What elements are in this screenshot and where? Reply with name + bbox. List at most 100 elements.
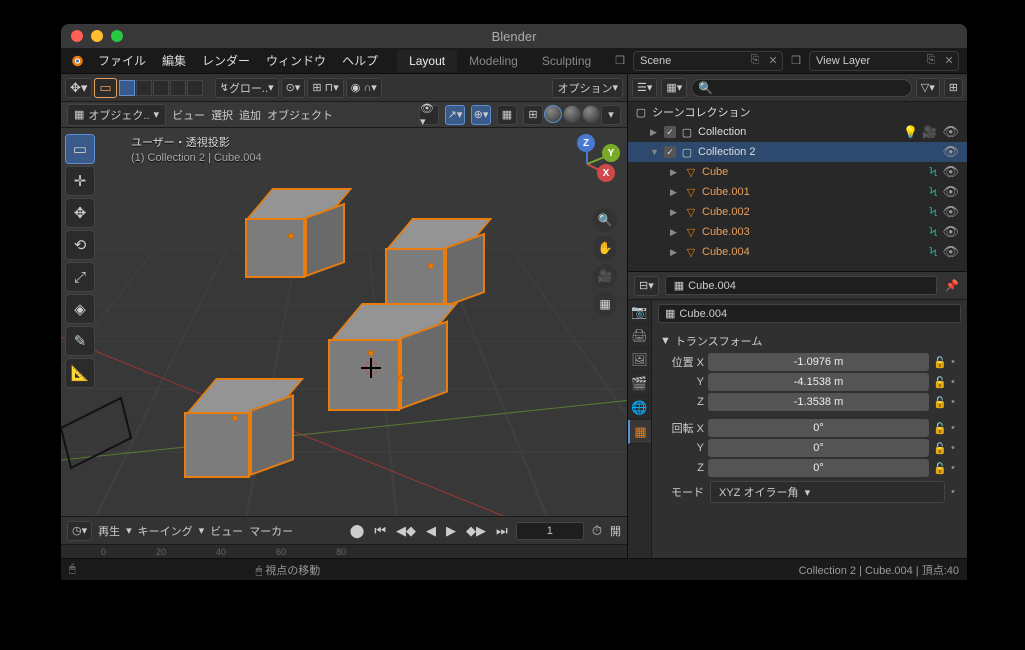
eye-icon[interactable]: 👁 [942,164,959,180]
cursor-tool-dropdown[interactable]: ✥▾ [65,78,92,98]
play-icon[interactable]: ▶ [444,523,458,539]
tl-playback[interactable]: 再生 [98,523,120,539]
cursor-tool[interactable]: ✛ [65,166,95,196]
outliner-search-input[interactable]: 🔍 [691,79,911,97]
menu-help[interactable]: ヘルプ [335,49,385,72]
viewport-3d[interactable]: ▭ ✛ ✥ ⟲ ⤢ ◈ ✎ 📐 ユーザー・透視投影 (1) Collection… [61,128,627,516]
jump-start-icon[interactable]: ⏮ [372,523,388,539]
stopwatch-icon[interactable]: ⏱ [590,523,604,539]
current-frame-field[interactable]: 1 [516,522,584,540]
object-name-field[interactable]: ▦ Cube.004 [658,304,961,323]
options-dropdown[interactable]: オプション ▾ [552,78,623,98]
timeline-ruler[interactable]: 0 20 40 60 80 [61,544,627,558]
pin-icon[interactable]: 📌 [943,277,961,295]
jump-end-icon[interactable]: ⏭ [494,523,510,539]
outliner-row-cube4[interactable]: ▶▽Cube.004 Ϟ 👁 [628,242,967,262]
lock-icon[interactable]: 🔓 [933,422,947,435]
viewlayer-selector[interactable]: View Layer ⎘ ✕ [809,51,959,71]
outliner-row-collection2[interactable]: ▼✓▢ Collection 2 👁 [628,142,967,162]
outliner-row-cube0[interactable]: ▶▽Cube Ϟ 👁 [628,162,967,182]
properties-editor-icon[interactable]: ⊟▾ [634,276,659,296]
play-rev-icon[interactable]: ◀ [424,523,438,539]
select-box-icon[interactable]: ▭ [94,78,116,98]
rotation-mode-dropdown[interactable]: XYZ オイラー角 ▾ [710,481,945,503]
keyframe-dot-icon[interactable]: • [951,422,961,434]
rot-y-field[interactable]: 0° [708,439,929,457]
persp-nav-icon[interactable]: ▦ [593,292,617,316]
tl-open[interactable]: 開 [610,523,621,539]
outliner-row-cube3[interactable]: ▶▽Cube.003 Ϟ 👁 [628,222,967,242]
snap-toggle[interactable]: ⊞ ⊓▾ [307,78,343,98]
gizmo-toggle-icon[interactable]: ↗▾ [445,105,465,125]
loc-z-field[interactable]: -1.3538 m [708,393,929,411]
zoom-nav-icon[interactable]: 🔍 [593,208,617,232]
nav-gizmo[interactable]: X Y Z [557,134,617,194]
menu-add[interactable]: 追加 [239,107,261,123]
workspace-tab-layout[interactable]: Layout [397,50,457,72]
camera-nav-icon[interactable]: 🎥 [593,264,617,288]
xray-icon[interactable]: ▦ [497,105,517,125]
keyframe-dot-icon[interactable]: • [951,462,961,474]
keyframe-dot-icon[interactable]: • [951,442,961,454]
keyframe-dot-icon[interactable]: • [951,376,961,388]
loc-y-field[interactable]: -4.1538 m [708,373,929,391]
viewlayer-new-icon[interactable]: ⎘ [922,52,940,70]
viewlayer-browse-icon[interactable]: ❐ [787,52,805,70]
tab-world-icon[interactable]: 🌐 [628,396,651,420]
outliner-row-cube2[interactable]: ▶▽Cube.002 Ϟ 👁 [628,202,967,222]
lock-icon[interactable]: 🔓 [933,356,947,369]
lock-icon[interactable]: 🔓 [933,396,947,409]
select-mode-strip[interactable] [119,80,203,96]
mode-dropdown[interactable]: ▦ オブジェク.. ▾ [67,104,166,126]
rot-x-field[interactable]: 0° [708,419,929,437]
overlay-toggle-icon[interactable]: ⊕▾ [471,105,491,125]
matprev-shading-icon[interactable] [563,105,581,123]
scene-selector[interactable]: Scene ⎘ ✕ [633,51,783,71]
lock-icon[interactable]: 🔓 [933,442,947,455]
keyframe-dot-icon[interactable]: • [951,486,961,498]
key-next-icon[interactable]: ◆▶ [464,523,488,539]
outliner-display-icon[interactable]: ▦▾ [661,78,687,98]
menu-view[interactable]: ビュー [172,107,205,123]
select-box-tool[interactable]: ▭ [65,134,95,164]
autokey-icon[interactable]: ⬤ [348,523,367,539]
menu-window[interactable]: ウィンドウ [259,49,333,72]
scene-new-icon[interactable]: ⎘ [746,52,764,70]
visibility-icon[interactable]: 👁▾ [419,105,439,125]
orientation-dropdown[interactable]: ↯ グロー.. ▾ [215,78,279,98]
outliner-filter-icon[interactable]: ▽▾ [916,78,940,98]
viewlayer-delete-icon[interactable]: ✕ [940,52,958,70]
eye-icon[interactable]: 👁 [942,184,959,200]
workspace-tab-modeling[interactable]: Modeling [457,50,530,72]
menu-edit[interactable]: 編集 [155,49,193,72]
eye-icon[interactable]: 👁 [942,204,959,220]
solid-shading-icon[interactable] [544,105,562,123]
menu-render[interactable]: レンダー [195,49,257,72]
proportional-toggle[interactable]: ◉ ∩▾ [346,78,382,98]
blender-logo-icon[interactable] [67,52,85,70]
workspace-tab-sculpting[interactable]: Sculpting [530,50,603,72]
menu-select[interactable]: 選択 [211,107,233,123]
tl-view[interactable]: ビュー [210,523,243,539]
pan-nav-icon[interactable]: ✋ [593,236,617,260]
wireframe-shading-icon[interactable]: ⊞ [523,105,543,125]
eye-icon[interactable]: 👁 [942,244,959,260]
move-tool[interactable]: ✥ [65,198,95,228]
outliner-editor-icon[interactable]: ☰▾ [632,78,657,98]
keyframe-dot-icon[interactable]: • [951,396,961,408]
eye-icon[interactable]: 👁 [942,124,959,140]
transform-tool[interactable]: ◈ [65,294,95,324]
gizmo-x-icon[interactable]: X [597,164,615,182]
keyframe-dot-icon[interactable]: • [951,356,961,368]
tab-output-icon[interactable]: 🖨 [628,324,651,348]
shading-options-icon[interactable]: ▾ [601,105,621,125]
outliner-tree[interactable]: ▢シーンコレクション ▶✓▢ Collection 💡🎥 👁 ▼✓▢ Colle… [628,102,967,272]
loc-x-field[interactable]: -1.0976 m [708,353,929,371]
lock-icon[interactable]: 🔓 [933,376,947,389]
eye-icon[interactable]: 👁 [942,144,959,160]
scene-browse-icon[interactable]: ❐ [611,52,629,70]
menu-file[interactable]: ファイル [91,49,153,72]
outliner-row-cube1[interactable]: ▶▽Cube.001 Ϟ 👁 [628,182,967,202]
gizmo-z-icon[interactable]: Z [577,134,595,152]
timeline-editor-icon[interactable]: ◷▾ [67,521,92,541]
